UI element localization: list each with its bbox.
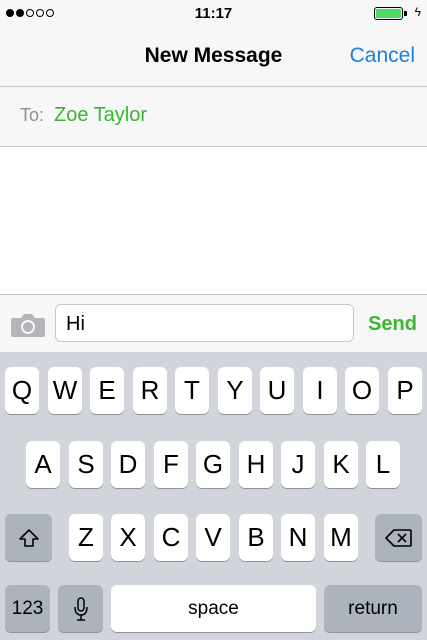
dictation-key[interactable]	[58, 585, 103, 632]
key-s[interactable]: S	[69, 441, 103, 488]
delete-icon	[384, 528, 412, 547]
status-bar: 11:17 ϟ	[0, 0, 427, 28]
key-y[interactable]: Y	[218, 367, 252, 414]
navigation-bar: New Message Cancel	[0, 28, 427, 87]
keyboard: Q W E R T Y U I O P A S D F G H J K L Z …	[0, 352, 427, 640]
key-p[interactable]: P	[388, 367, 422, 414]
key-v[interactable]: V	[196, 514, 230, 561]
key-n[interactable]: N	[281, 514, 315, 561]
key-e[interactable]: E	[90, 367, 124, 414]
key-w[interactable]: W	[48, 367, 82, 414]
battery-icon	[374, 7, 403, 20]
key-q[interactable]: Q	[5, 367, 39, 414]
shift-icon	[18, 528, 39, 547]
key-k[interactable]: K	[324, 441, 358, 488]
key-g[interactable]: G	[196, 441, 230, 488]
key-m[interactable]: M	[324, 514, 358, 561]
key-a[interactable]: A	[26, 441, 60, 488]
key-b[interactable]: B	[239, 514, 273, 561]
cancel-button[interactable]: Cancel	[350, 44, 415, 68]
shift-key[interactable]	[5, 514, 52, 561]
send-button[interactable]: Send	[368, 313, 417, 336]
bolt-icon: ϟ	[414, 5, 421, 19]
key-i[interactable]: I	[303, 367, 337, 414]
key-x[interactable]: X	[111, 514, 145, 561]
delete-key[interactable]	[375, 514, 422, 561]
key-u[interactable]: U	[260, 367, 294, 414]
key-z[interactable]: Z	[69, 514, 103, 561]
key-j[interactable]: J	[281, 441, 315, 488]
key-t[interactable]: T	[175, 367, 209, 414]
numbers-key[interactable]: 123	[5, 585, 50, 632]
key-l[interactable]: L	[366, 441, 400, 488]
to-label: To:	[20, 105, 45, 125]
key-h[interactable]: H	[239, 441, 273, 488]
key-d[interactable]: D	[111, 441, 145, 488]
camera-icon[interactable]	[10, 312, 46, 338]
message-input[interactable]: Hi	[55, 304, 354, 342]
key-r[interactable]: R	[133, 367, 167, 414]
key-f[interactable]: F	[154, 441, 188, 488]
microphone-icon	[73, 596, 88, 621]
recipient-field[interactable]: To: Zoe Taylor	[0, 87, 427, 147]
space-key[interactable]: space	[111, 585, 316, 632]
return-key[interactable]: return	[324, 585, 422, 632]
message-composer: Hi Send	[0, 294, 427, 353]
status-time: 11:17	[194, 5, 233, 22]
battery-cap	[404, 11, 407, 16]
battery-level-fill	[376, 9, 401, 18]
message-thread-area	[0, 147, 427, 294]
recipient-name[interactable]: Zoe Taylor	[54, 104, 147, 127]
message-input-text: Hi	[66, 313, 85, 335]
key-c[interactable]: C	[154, 514, 188, 561]
key-o[interactable]: O	[345, 367, 379, 414]
